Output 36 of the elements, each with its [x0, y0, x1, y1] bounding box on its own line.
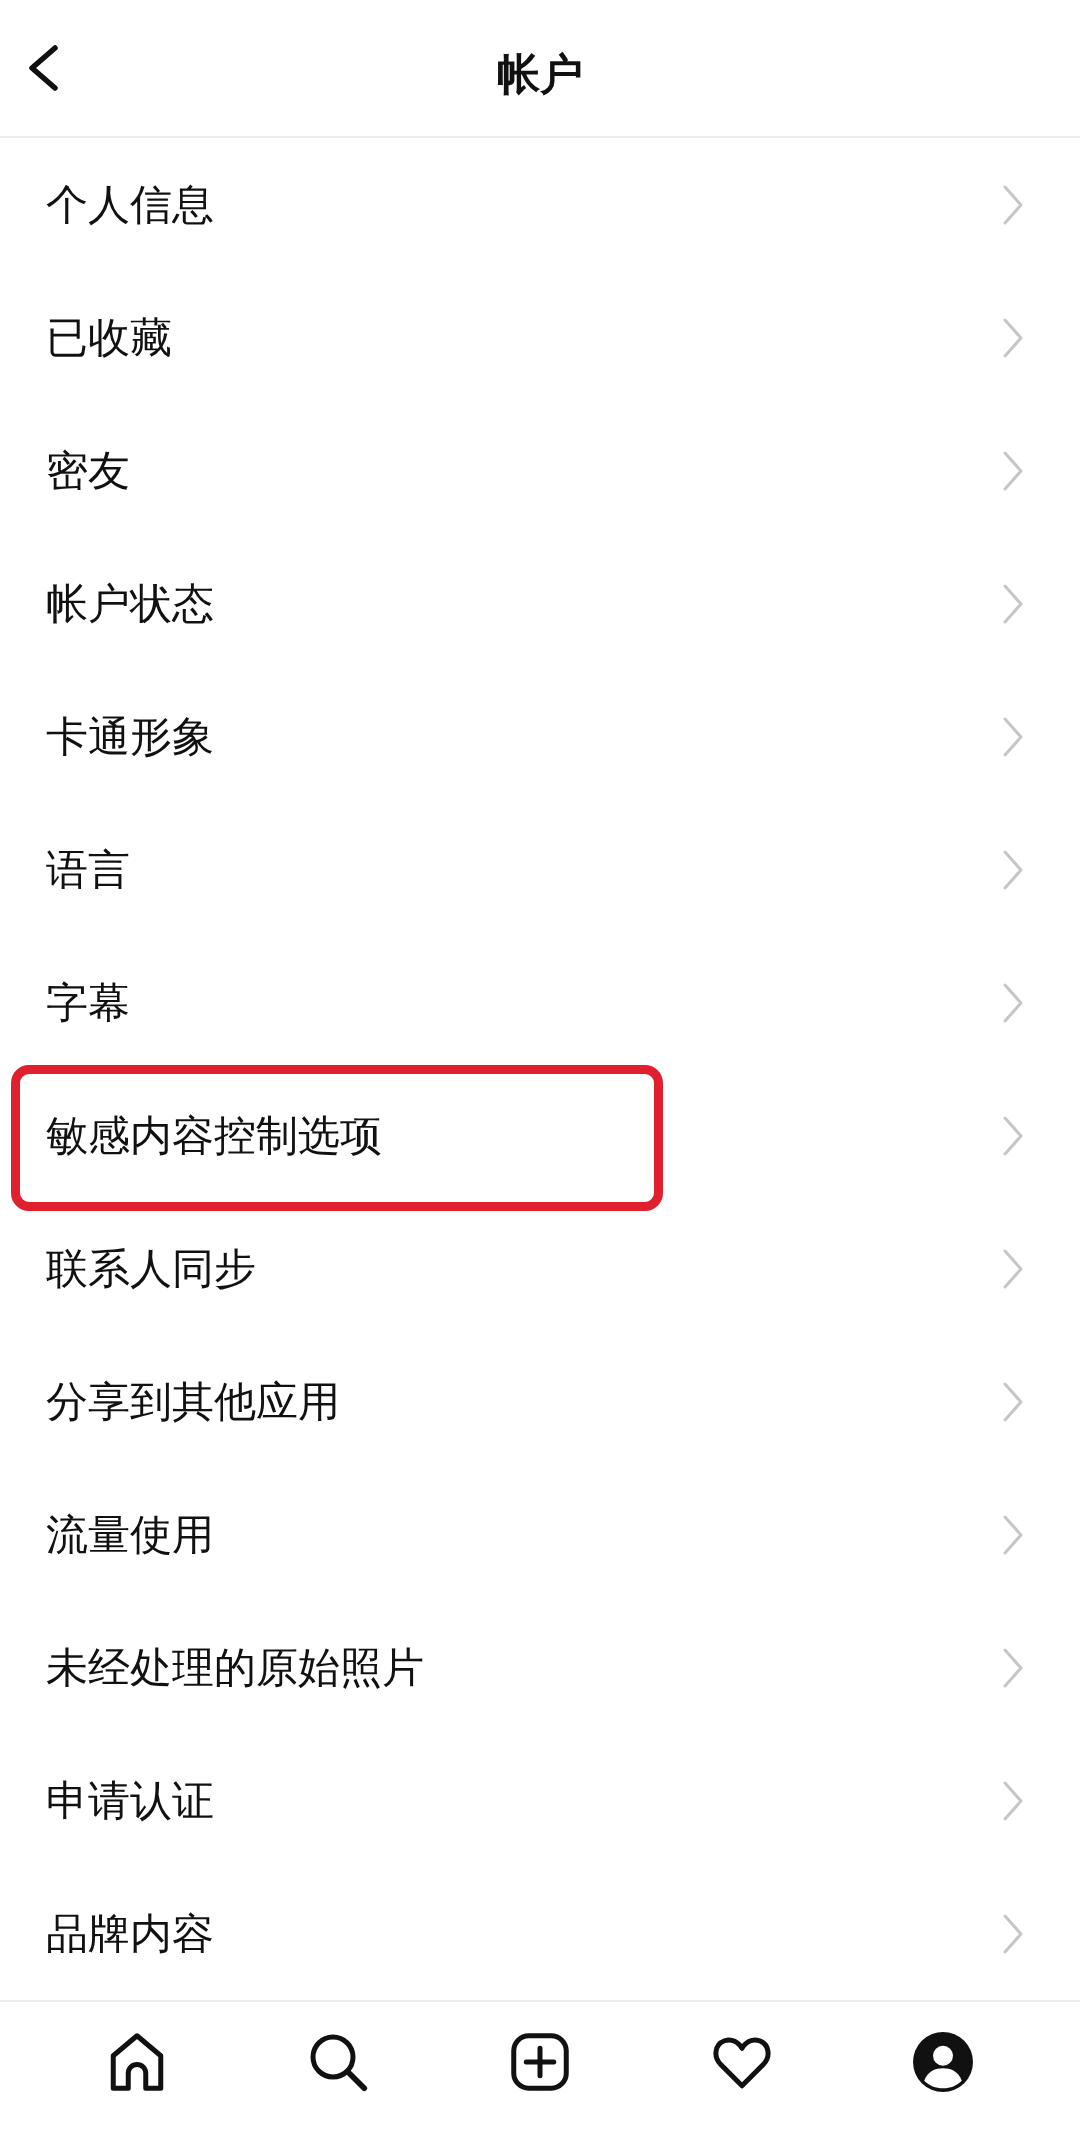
settings-item[interactable]: 个人信息: [0, 138, 1080, 271]
back-icon: [26, 44, 60, 92]
chevron-right-icon: [1002, 1779, 1024, 1822]
nav-tab-button[interactable]: [510, 2032, 570, 2092]
settings-item[interactable]: 帐户状态: [0, 537, 1080, 670]
chevron-right-icon: [1002, 183, 1024, 226]
page-title: 帐户: [497, 48, 583, 101]
chevron-right-icon: [1002, 449, 1024, 492]
settings-item[interactable]: 流量使用: [0, 1468, 1080, 1601]
settings-item[interactable]: 联系人同步: [0, 1202, 1080, 1335]
chevron-right-icon: [1002, 981, 1024, 1024]
settings-item[interactable]: 申请认证: [0, 1734, 1080, 1867]
plus-square-icon: [510, 2032, 570, 2092]
chevron-right-icon: [1002, 1114, 1024, 1157]
settings-item[interactable]: 密友: [0, 404, 1080, 537]
chevron-right-icon: [1002, 848, 1024, 891]
chevron-right-icon: [1002, 715, 1024, 758]
settings-item[interactable]: 语言: [0, 803, 1080, 936]
nav-tab-button[interactable]: [913, 2032, 974, 2092]
chevron-right-icon: [1002, 316, 1024, 359]
settings-item[interactable]: 卡通形象: [0, 670, 1080, 803]
nav-tab-button[interactable]: [308, 2032, 369, 2092]
chevron-right-icon: [1002, 1912, 1024, 1955]
profile-avatar-icon: [913, 2032, 974, 2092]
settings-item[interactable]: 敏感内容控制选项: [0, 1069, 1080, 1202]
settings-item[interactable]: 已收藏: [0, 271, 1080, 404]
chevron-right-icon: [1002, 1247, 1024, 1290]
settings-item[interactable]: 字幕: [0, 936, 1080, 1069]
chevron-right-icon: [1002, 1513, 1024, 1556]
chevron-right-icon: [1002, 1646, 1024, 1689]
settings-item[interactable]: 分享到其他应用: [0, 1335, 1080, 1468]
chevron-right-icon: [1002, 1380, 1024, 1423]
search-icon: [308, 2032, 369, 2092]
settings-item[interactable]: 未经处理的原始照片: [0, 1601, 1080, 1734]
settings-item[interactable]: 品牌内容: [0, 1867, 1080, 2000]
chevron-right-icon: [1002, 582, 1024, 625]
